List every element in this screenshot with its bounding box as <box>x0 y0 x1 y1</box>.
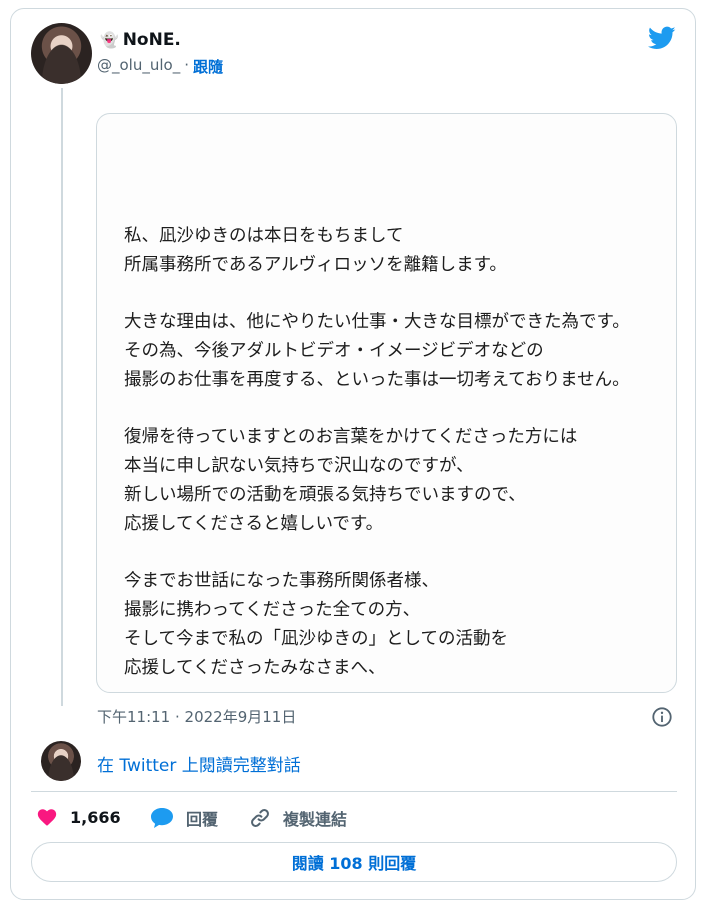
statement-paragraph-4: 今までお世話になった事務所関係者様、 撮影に携わってくださった全ての方、 そして… <box>124 571 508 678</box>
author-display-name[interactable]: NoNE. <box>123 30 181 50</box>
read-replies-button[interactable]: 閱讀 108 則回覆 <box>31 842 677 882</box>
copy-link-action[interactable]: 複製連結 <box>249 806 347 830</box>
ghost-emoji: 👻 <box>100 31 119 49</box>
thread-line <box>61 88 63 706</box>
author-name-row[interactable]: 👻 NoNE. <box>100 30 181 50</box>
twitter-bird-icon[interactable] <box>646 24 678 52</box>
separator-dot: · <box>184 56 189 74</box>
statement-paragraph-2: 大きな理由は、他にやりたい仕事・大きな目標ができた為です。 その為、今後アダルト… <box>124 312 630 390</box>
statement-text: 私、凪沙ゆきのは本日をもちまして 所属事務所であるアルヴィロッソを離籍します。 … <box>124 222 676 692</box>
reply-action[interactable]: 回覆 <box>150 806 218 830</box>
reply-label: 回覆 <box>186 810 219 829</box>
heart-icon <box>37 809 57 826</box>
tweet-media-image[interactable]: 私、凪沙ゆきのは本日をもちまして 所属事務所であるアルヴィロッソを離籍します。 … <box>96 113 677 693</box>
like-action[interactable]: 1,666 <box>36 806 121 828</box>
reply-bubble-icon <box>151 808 173 828</box>
author-handle[interactable]: @_olu_ulo_ <box>97 56 180 77</box>
statement-paragraph-1: 私、凪沙ゆきのは本日をもちまして 所属事務所であるアルヴィロッソを離籍します。 <box>124 226 507 275</box>
follow-link[interactable]: 跟隨 <box>193 56 223 77</box>
author-avatar[interactable] <box>31 23 92 84</box>
divider <box>31 791 677 792</box>
reply-avatar[interactable] <box>41 741 81 781</box>
statement-paragraph-3: 復帰を待っていますとのお言葉をかけてくださった方には 本当に申し訳ない気持ちで沢… <box>124 427 578 534</box>
copy-link-label: 複製連結 <box>283 810 348 829</box>
link-icon <box>251 809 269 827</box>
likes-count: 1,666 <box>70 807 121 827</box>
author-handle-row: @_olu_ulo_ · 跟隨 <box>97 56 223 77</box>
read-conversation-link[interactable]: 在 Twitter 上閱讀完整對話 <box>97 751 301 776</box>
info-icon[interactable] <box>651 706 673 728</box>
tweet-timestamp[interactable]: 下午11:11 · 2022年9月11日 <box>97 706 296 727</box>
